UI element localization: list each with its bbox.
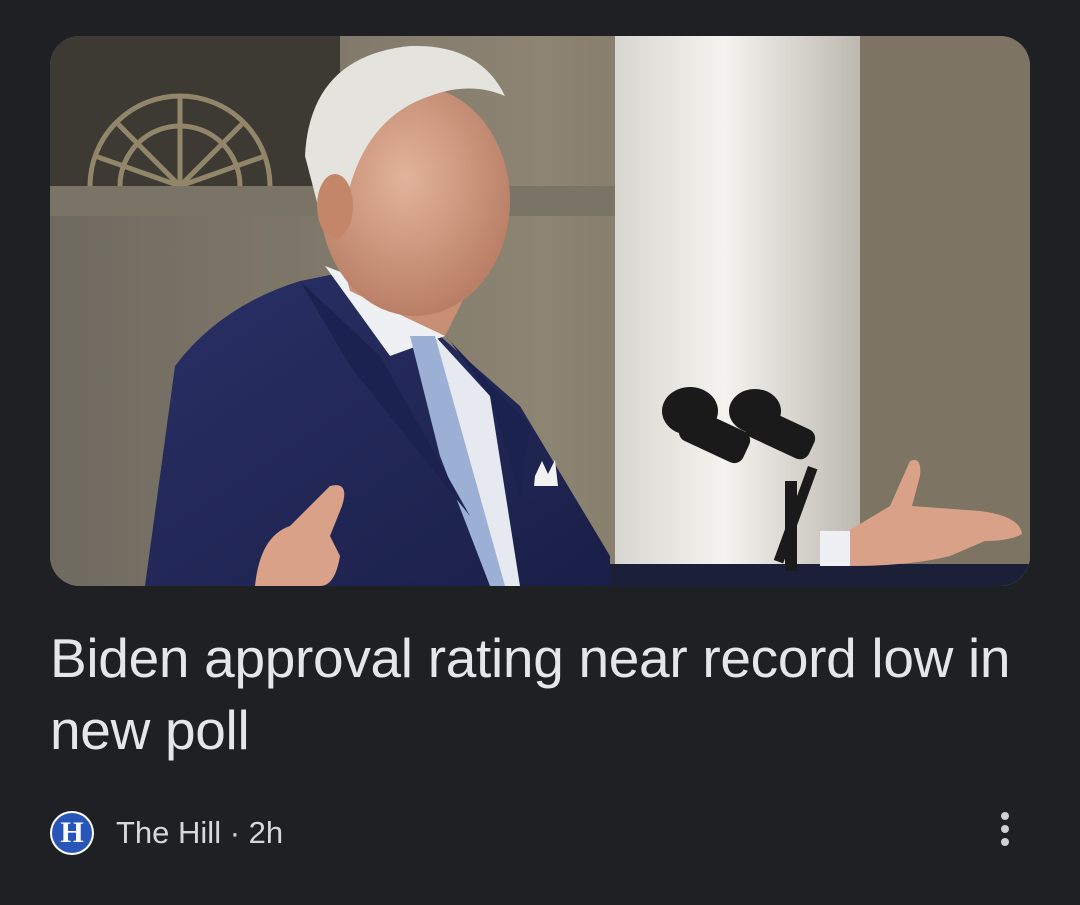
more-options-button[interactable] bbox=[980, 806, 1030, 852]
meta-separator: · bbox=[221, 815, 249, 850]
article-age: 2h bbox=[248, 815, 284, 850]
article-meta: H The Hill · 2h bbox=[50, 810, 283, 856]
more-vert-icon bbox=[1001, 812, 1009, 820]
source-line: The Hill · 2h bbox=[116, 810, 283, 856]
news-card[interactable]: Biden approval rating near record low in… bbox=[0, 0, 1080, 905]
more-vert-icon-dot bbox=[1001, 838, 1009, 846]
more-vert-icon-dot bbox=[1001, 825, 1009, 833]
source-logo: H bbox=[50, 811, 94, 855]
source-logo-letter: H bbox=[52, 813, 92, 853]
article-headline[interactable]: Biden approval rating near record low in… bbox=[50, 622, 1040, 766]
source-name: The Hill bbox=[116, 815, 222, 850]
article-thumbnail[interactable] bbox=[50, 36, 1030, 586]
thumbnail-image bbox=[50, 36, 1030, 586]
